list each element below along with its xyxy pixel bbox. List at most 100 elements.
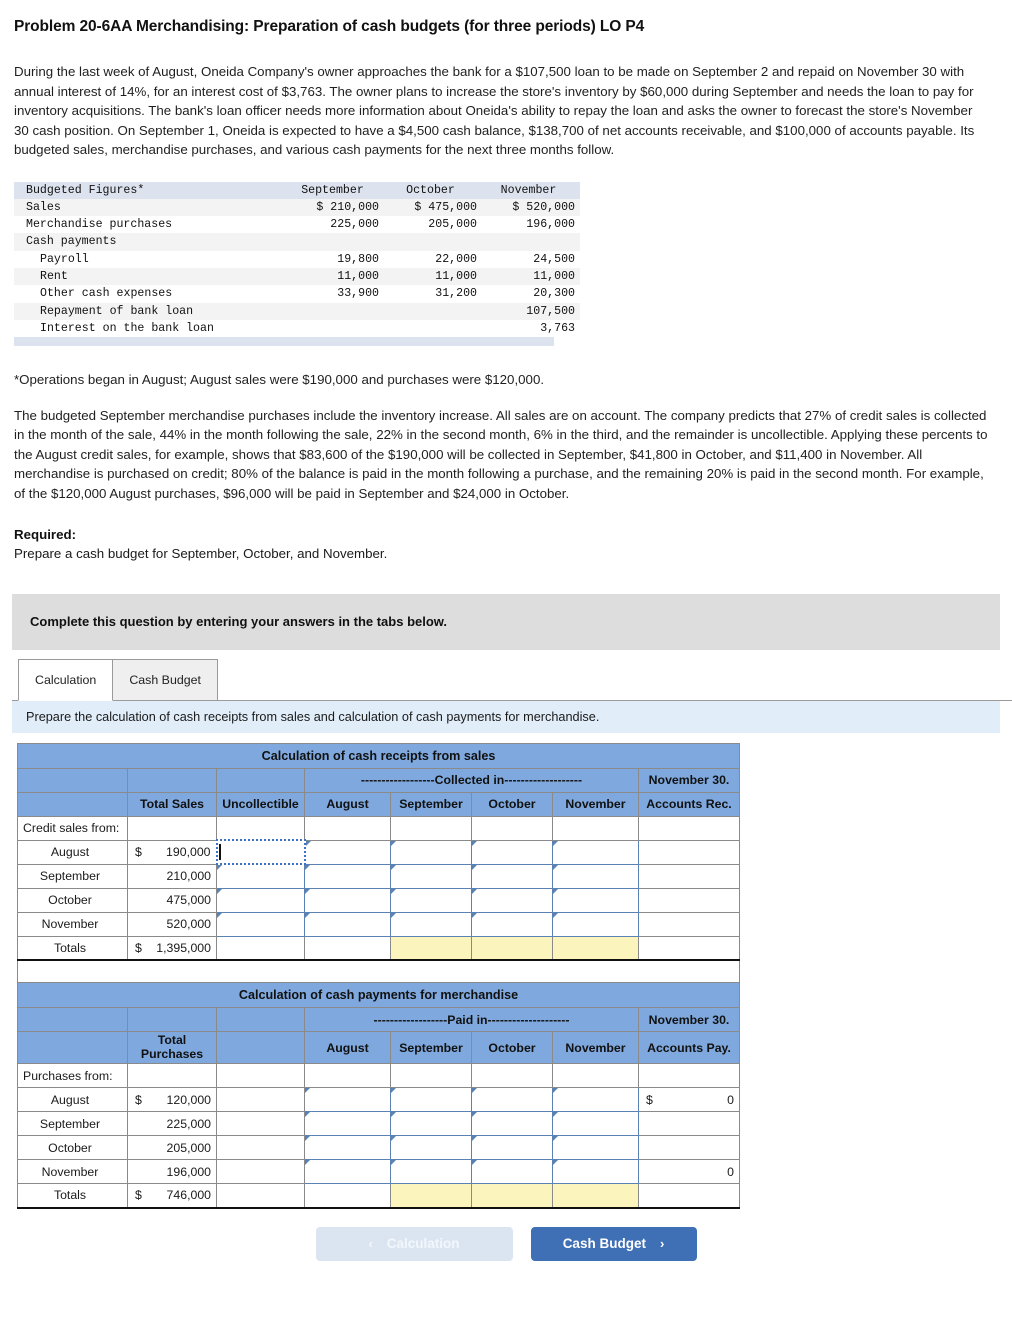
receipts-collected-in-header: ------------------Collected in----------… <box>304 767 639 793</box>
row-value-september <box>286 319 384 338</box>
receipts-input-september-october[interactable] <box>390 887 472 913</box>
budgeted-figures-row: Rent 11,000 11,000 11,000 <box>14 267 580 286</box>
row-value-october: $ 475,000 <box>384 198 482 217</box>
receipts-input-uncollectible-august[interactable] <box>215 839 306 866</box>
receipts-group-blank-1 <box>17 767 128 793</box>
tab-cash-budget[interactable]: Cash Budget <box>112 658 218 701</box>
instruction-banner-text: Complete this question by entering your … <box>30 614 448 630</box>
row-label: Merchandise purchases <box>14 216 286 234</box>
row-label: Interest on the bank loan <box>14 319 286 338</box>
payments-input-october-october[interactable] <box>471 1135 553 1161</box>
payments-row-label-october: October <box>17 1135 128 1161</box>
amount: 190,000 <box>166 845 211 860</box>
payments-input-november-september[interactable] <box>552 1111 639 1137</box>
payments-totals-row: Totals $746,000 <box>17 1183 740 1209</box>
payments-input-october-september[interactable] <box>471 1111 553 1137</box>
receipts-totals-august <box>304 935 391 962</box>
receipts-input-august-october[interactable] <box>304 887 391 913</box>
budgeted-figures-row: Payroll 19,800 22,000 24,500 <box>14 250 580 268</box>
receipts-input-august-november[interactable] <box>304 911 391 937</box>
payments-section-blank-3 <box>304 1063 391 1089</box>
receipts-totals-label: Totals <box>17 935 128 962</box>
receipts-total-october: 475,000 <box>127 887 217 913</box>
receipts-input-september-august[interactable] <box>390 839 472 865</box>
budgeted-figures-header-september: September <box>286 181 384 199</box>
budgeted-figures-row: Other cash expenses 33,900 31,200 20,300 <box>14 285 580 303</box>
payments-input-september-october[interactable] <box>390 1135 472 1161</box>
receipts-row-label-september: September <box>17 863 128 889</box>
receipts-input-august-august[interactable] <box>304 839 391 865</box>
receipts-input-september-november[interactable] <box>390 911 472 937</box>
receipts-input-august-september[interactable] <box>304 863 391 889</box>
prev-calculation-button[interactable]: ‹ Calculation <box>315 1226 513 1261</box>
receipts-input-september-september[interactable] <box>390 863 472 889</box>
receipts-total-september: 210,000 <box>127 863 217 889</box>
payments-input-august-october[interactable] <box>304 1135 391 1161</box>
receipts-total-august: $190,000 <box>127 839 217 865</box>
payments-input-august-august[interactable] <box>304 1087 391 1113</box>
receipts-section-blank-5 <box>471 815 553 841</box>
page-title: Problem 20-6AA Merchandising: Preparatio… <box>14 18 645 35</box>
payments-input-august-november[interactable] <box>304 1159 391 1185</box>
budgeted-figures-header-november: November <box>482 181 580 199</box>
payments-section-blank-1 <box>127 1063 217 1089</box>
receipts-totals-november <box>552 935 639 962</box>
prev-button-label: Calculation <box>386 1236 460 1252</box>
receipts-input-uncollectible-october[interactable] <box>216 887 305 913</box>
payments-total-september: 225,000 <box>127 1111 217 1137</box>
receipts-accounts-rec-november <box>637 911 741 937</box>
row-value-november <box>482 233 580 251</box>
receipts-totals-total-sales: $1,395,000 <box>127 935 217 962</box>
payments-input-november-august[interactable] <box>552 1087 639 1113</box>
receipts-input-october-august[interactable] <box>471 839 553 865</box>
receipts-input-uncollectible-november[interactable] <box>216 911 305 937</box>
table-row: November 520,000 <box>17 911 741 937</box>
amount: 196,000 <box>166 1164 211 1179</box>
row-label: Other cash expenses <box>14 285 286 303</box>
receipts-section-label-row: Credit sales from: <box>17 815 741 841</box>
payments-input-september-august[interactable] <box>390 1087 472 1113</box>
payments-column-header-row: Total Purchases August September October… <box>17 1031 740 1065</box>
receipts-section-label: Credit sales from: <box>17 815 128 841</box>
receipts-input-october-october[interactable] <box>471 887 553 913</box>
payments-input-september-september[interactable] <box>390 1111 472 1137</box>
payments-input-november-november[interactable] <box>552 1159 639 1185</box>
row-label: Payroll <box>14 250 286 268</box>
receipts-input-november-august[interactable] <box>552 839 639 865</box>
receipts-section-blank-4 <box>390 815 472 841</box>
amount: 1,395,000 <box>156 940 211 955</box>
receipts-totals-accounts-rec <box>637 935 741 962</box>
receipts-accounts-rec-september <box>637 863 741 889</box>
budgeted-figures-header-row: Budgeted Figures* September October Nove… <box>14 181 580 199</box>
payments-total-october: 205,000 <box>127 1135 217 1161</box>
receipts-input-uncollectible-september[interactable] <box>216 863 305 889</box>
row-value-october <box>384 319 482 338</box>
payments-accounts-pay-september <box>638 1111 740 1137</box>
tab-calculation[interactable]: Calculation <box>18 658 114 701</box>
payments-row-label-november: November <box>17 1159 128 1185</box>
row-value-november: 196,000 <box>482 216 580 234</box>
payments-group-blank-1 <box>17 1007 128 1033</box>
receipts-input-november-september[interactable] <box>552 863 639 889</box>
receipts-group-blank-3 <box>216 767 305 793</box>
receipts-input-november-november[interactable] <box>552 911 639 937</box>
amount: 205,000 <box>166 1140 211 1155</box>
payments-input-august-september[interactable] <box>304 1111 391 1137</box>
budgeted-figures-footer-band <box>14 337 554 347</box>
row-value-november: 11,000 <box>482 267 580 286</box>
receipts-section-blank-1 <box>127 815 217 841</box>
receipts-input-october-november[interactable] <box>471 911 553 937</box>
receipts-input-october-september[interactable] <box>471 863 553 889</box>
row-value-october: 31,200 <box>384 285 482 303</box>
receipts-accounts-rec-october <box>637 887 741 913</box>
payments-input-october-august[interactable] <box>471 1087 553 1113</box>
payments-input-november-october[interactable] <box>552 1135 639 1161</box>
payments-col-october: October <box>471 1031 553 1065</box>
next-cash-budget-button[interactable]: Cash Budget › <box>530 1226 697 1261</box>
payments-blank-november <box>216 1159 305 1185</box>
payments-input-october-november[interactable] <box>471 1159 553 1185</box>
receipts-col-total-sales: Total Sales <box>127 791 217 817</box>
payments-input-september-november[interactable] <box>390 1159 472 1185</box>
payments-title: Calculation of cash payments for merchan… <box>17 982 740 1009</box>
receipts-input-november-october[interactable] <box>552 887 639 913</box>
